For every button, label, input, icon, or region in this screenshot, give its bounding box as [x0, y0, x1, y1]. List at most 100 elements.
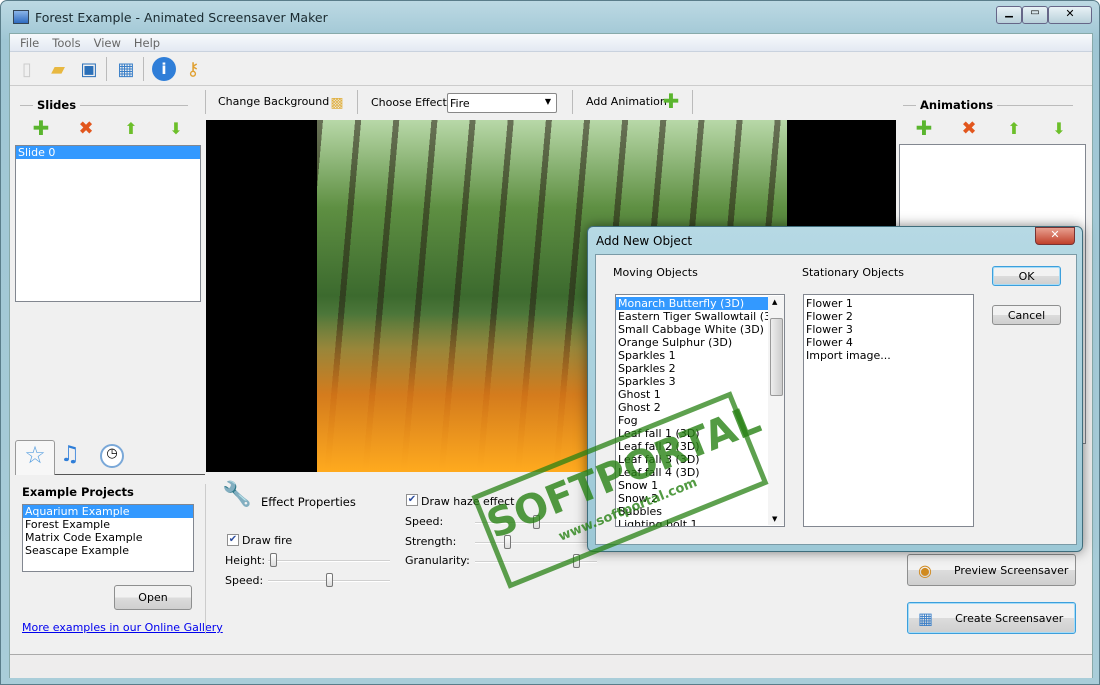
stationary-object-item[interactable]: Flower 3 — [804, 323, 973, 336]
granularity-slider[interactable] — [475, 554, 597, 568]
tab-examples[interactable]: ☆ — [15, 440, 55, 475]
example-project-item[interactable]: Matrix Code Example — [23, 531, 193, 544]
cancel-button[interactable]: Cancel — [992, 305, 1061, 325]
slider-thumb[interactable] — [270, 553, 278, 567]
fire-height-slider[interactable] — [268, 553, 390, 567]
slider-thumb[interactable] — [325, 573, 333, 587]
slides-header: Slides — [33, 98, 81, 112]
new-icon[interactable]: ▯ — [16, 57, 38, 81]
moving-object-item[interactable]: Leaf fall 1 (3D) — [616, 427, 784, 440]
stationary-object-item[interactable]: Flower 1 — [804, 297, 973, 310]
example-project-item[interactable]: Seascape Example — [23, 544, 193, 557]
minimize-button[interactable]: ▁ — [996, 6, 1022, 24]
move-slide-up-button[interactable]: ⬆ — [120, 116, 142, 140]
moving-object-item[interactable]: Small Cabbage White (3D) — [616, 323, 784, 336]
moving-object-item[interactable]: Sparkles 3 — [616, 375, 784, 388]
moving-object-item[interactable]: Bubbles — [616, 505, 784, 518]
delete-slide-button[interactable]: ✖ — [75, 116, 97, 140]
scroll-up-icon[interactable]: ▲ — [772, 298, 777, 306]
close-button[interactable]: ✕ — [1048, 6, 1092, 24]
draw-fire-checkbox[interactable]: ✔ — [227, 534, 239, 546]
preview-monitor-icon[interactable]: ▦ — [115, 57, 137, 81]
moving-list-scrollbar[interactable]: ▲ ▼ — [768, 296, 784, 525]
save-icon[interactable]: ▣ — [78, 57, 100, 81]
moving-object-item[interactable]: Leaf fall 3 (3D) — [616, 453, 784, 466]
draw-haze-label: Draw haze effect — [421, 495, 515, 508]
moving-object-item[interactable]: Snow 1 — [616, 479, 784, 492]
change-background-label[interactable]: Change Background — [218, 95, 329, 108]
tab-timing[interactable]: ◷ — [100, 444, 124, 468]
moving-object-item[interactable]: Sparkles 1 — [616, 349, 784, 362]
scrollbar-thumb[interactable] — [770, 318, 783, 396]
preview-label: Preview Screensaver — [953, 563, 1069, 577]
effect-select[interactable]: Fire ▼ — [447, 93, 557, 113]
stationary-object-item[interactable]: Import image... — [804, 349, 973, 362]
add-animation-item-button[interactable]: ✚ — [913, 116, 935, 140]
moving-objects-label: Moving Objects — [613, 266, 698, 279]
moving-object-item[interactable]: Eastern Tiger Swallowtail (3D) — [616, 310, 784, 323]
change-background-icon[interactable]: ▩ — [326, 91, 348, 115]
stationary-object-item[interactable]: Flower 4 — [804, 336, 973, 349]
haze-speed-slider[interactable] — [475, 515, 597, 529]
moving-object-item[interactable]: Fog — [616, 414, 784, 427]
add-slide-button[interactable]: ✚ — [30, 116, 52, 140]
draw-fire-label: Draw fire — [242, 534, 293, 547]
menu-bar: File Tools View Help — [10, 34, 1092, 52]
move-animation-up-button[interactable]: ⬆ — [1003, 116, 1025, 140]
moving-object-item[interactable]: Lighting bolt 1 — [616, 518, 784, 526]
effect-select-value: Fire — [450, 97, 470, 110]
tab-music[interactable]: ♫ — [60, 442, 80, 467]
moving-object-item[interactable]: Snow 2 — [616, 492, 784, 505]
moving-objects-list[interactable]: Monarch Butterfly (3D) Eastern Tiger Swal… — [615, 294, 785, 527]
example-projects-list[interactable]: Aquarium Example Forest Example Matrix Cod… — [22, 504, 194, 572]
add-new-object-dialog: Add New Object ✕ Moving Objects Stationa… — [587, 226, 1083, 552]
example-project-item[interactable]: Forest Example — [23, 518, 193, 531]
stationary-object-item[interactable]: Flower 2 — [804, 310, 973, 323]
moving-object-item[interactable]: Sparkles 2 — [616, 362, 784, 375]
slides-list[interactable]: Slide 0 — [15, 145, 201, 302]
preview-screensaver-button[interactable]: ◉ Preview Screensaver — [907, 554, 1076, 586]
slider-thumb[interactable] — [532, 515, 540, 529]
delete-animation-button[interactable]: ✖ — [958, 116, 980, 140]
menu-view[interactable]: View — [94, 36, 121, 50]
draw-haze-checkbox[interactable]: ✔ — [406, 494, 418, 506]
moving-object-item[interactable]: Leaf fall 4 (3D) — [616, 466, 784, 479]
clock-icon: ◷ — [106, 446, 118, 461]
moving-object-item[interactable]: Ghost 2 — [616, 401, 784, 414]
granularity-label: Granularity: — [405, 554, 470, 567]
slider-thumb[interactable] — [572, 554, 580, 568]
slide-item[interactable]: Slide 0 — [16, 146, 200, 159]
add-animation-label[interactable]: Add Animation — [586, 95, 667, 108]
key-icon[interactable]: ⚷ — [182, 57, 204, 81]
fire-height-label: Height: — [225, 554, 266, 567]
ok-button[interactable]: OK — [992, 266, 1061, 286]
effect-properties-title: Effect Properties — [261, 495, 356, 509]
move-animation-down-button[interactable]: ⬇ — [1048, 116, 1070, 140]
moving-object-item[interactable]: Monarch Butterfly (3D) — [616, 297, 784, 310]
strength-slider[interactable] — [475, 535, 597, 549]
menu-file[interactable]: File — [20, 36, 39, 50]
online-gallery-link[interactable]: More examples in our Online Gallery — [22, 621, 223, 634]
strength-label: Strength: — [405, 535, 457, 548]
moving-object-item[interactable]: Ghost 1 — [616, 388, 784, 401]
star-icon: ☆ — [24, 441, 46, 469]
stationary-objects-list[interactable]: Flower 1 Flower 2 Flower 3 Flower 4 Import i… — [803, 294, 974, 527]
dialog-content: Moving Objects Stationary Objects Monarc… — [595, 254, 1077, 545]
menu-tools[interactable]: Tools — [52, 36, 80, 50]
slider-thumb[interactable] — [503, 535, 511, 549]
move-slide-down-button[interactable]: ⬇ — [165, 116, 187, 140]
dialog-close-button[interactable]: ✕ — [1035, 227, 1075, 245]
example-project-item[interactable]: Aquarium Example — [23, 505, 193, 518]
fire-speed-label: Speed: — [225, 574, 264, 587]
add-animation-button[interactable]: ✚ — [660, 89, 682, 113]
scroll-down-icon[interactable]: ▼ — [772, 515, 777, 523]
maximize-button[interactable]: ▭ — [1022, 6, 1048, 24]
moving-object-item[interactable]: Leaf fall 2 (3D) — [616, 440, 784, 453]
open-folder-icon[interactable]: ▰ — [47, 57, 69, 81]
create-screensaver-button[interactable]: ▦ Create Screensaver — [907, 602, 1076, 634]
info-icon[interactable]: i — [152, 57, 176, 81]
moving-object-item[interactable]: Orange Sulphur (3D) — [616, 336, 784, 349]
menu-help[interactable]: Help — [134, 36, 160, 50]
fire-speed-slider[interactable] — [268, 573, 390, 587]
open-example-button[interactable]: Open — [114, 585, 192, 610]
